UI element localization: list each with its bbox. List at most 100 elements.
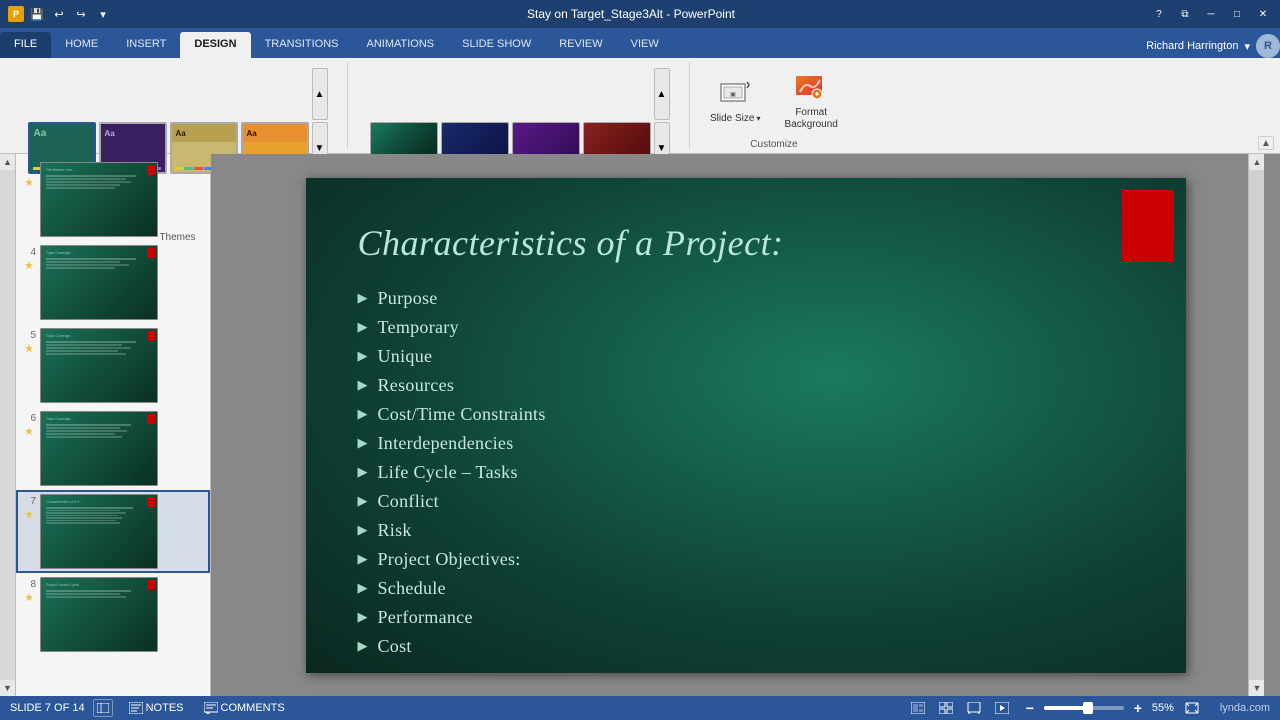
bullet-arrow-6: ▶ <box>358 435 368 451</box>
slide-item-4[interactable]: 4 ★ Topic Coverage... <box>16 241 210 324</box>
fit-slide-button[interactable] <box>1182 699 1202 717</box>
bullet-text-6[interactable]: Interdependencies <box>378 433 514 454</box>
slide-thumb-4: Topic Coverage... <box>40 245 158 320</box>
title-bar-left: P 💾 ↩ ↪ ▾ <box>8 5 112 23</box>
canvas-area: ▲ ▼ Characteristics of a Project: ▶ Purp… <box>211 154 1280 696</box>
slide-item-7[interactable]: 7 ★ Characteristics of a P... <box>16 490 210 573</box>
zoom-in-button[interactable]: + <box>1128 699 1148 717</box>
bullet-text-8[interactable]: Conflict <box>378 491 439 512</box>
slide-thumb-3: The Bottom Line... <box>40 162 158 237</box>
tab-file[interactable]: FILE <box>0 32 51 58</box>
tab-review[interactable]: REVIEW <box>545 32 616 58</box>
slide-number-8: 8 <box>22 577 36 590</box>
ribbon: Aa Aa <box>0 58 1280 154</box>
ribbon-content: Aa Aa <box>0 58 1280 154</box>
bullet-arrow-2: ▶ <box>358 319 368 335</box>
zoom-slider[interactable] <box>1044 706 1124 710</box>
format-background-button[interactable]: FormatBackground <box>776 68 845 135</box>
bullet-lifecycle: ▶ Life Cycle – Tasks <box>358 462 1134 483</box>
bullet-text-11[interactable]: Schedule <box>378 578 446 599</box>
tab-design[interactable]: DESIGN <box>180 32 250 58</box>
bullet-objectives: ▶ Project Objectives: <box>358 549 1134 570</box>
restore-button[interactable]: ⧉ <box>1176 7 1194 21</box>
slide-thumb-6: Topic Coverage... <box>40 411 158 486</box>
tab-insert[interactable]: INSERT <box>112 32 180 58</box>
bullet-temporary: ▶ Temporary <box>358 317 1134 338</box>
reading-view-button[interactable] <box>964 699 984 717</box>
slide-number-7: 7 <box>22 494 36 507</box>
bullet-conflict: ▶ Conflict <box>358 491 1134 512</box>
format-background-label: FormatBackground <box>784 107 837 131</box>
slide-size-icon: ▣ <box>719 78 751 110</box>
canvas-scroll-track[interactable] <box>1249 170 1264 680</box>
bullet-text-1[interactable]: Purpose <box>378 288 438 309</box>
bullet-text-4[interactable]: Resources <box>378 375 455 396</box>
tab-animations[interactable]: ANIMATIONS <box>353 32 449 58</box>
tab-home[interactable]: HOME <box>51 32 112 58</box>
zoom-level[interactable]: 55% <box>1152 702 1174 714</box>
title-bar: P 💾 ↩ ↪ ▾ Stay on Target_Stage3Alt - Pow… <box>0 0 1280 28</box>
maximize-button[interactable]: □ <box>1228 7 1246 21</box>
variants-scroll-up[interactable]: ▲ <box>654 68 670 120</box>
slide-item-5[interactable]: 5 ★ Topic Coverage... <box>16 324 210 407</box>
tab-slideshow[interactable]: SLIDE SHOW <box>448 32 545 58</box>
bullet-resources: ▶ Resources <box>358 375 1134 396</box>
slide-size-label: Slide Size ▾ <box>710 113 760 125</box>
customize-content: ▣ Slide Size ▾ <box>700 64 848 139</box>
slide-scroll-up[interactable]: ▲ <box>0 154 16 170</box>
slide-size-button[interactable]: ▣ Slide Size ▾ <box>702 74 768 129</box>
redo-button[interactable]: ↪ <box>72 5 90 23</box>
bullet-text-7[interactable]: Life Cycle – Tasks <box>378 462 518 483</box>
comments-button[interactable]: COMMENTS <box>200 702 289 714</box>
presentation-view-button[interactable] <box>93 699 113 717</box>
tab-transitions[interactable]: TRANSITIONS <box>251 32 353 58</box>
help-button[interactable]: ? <box>1150 7 1168 21</box>
bullet-text-13[interactable]: Cost <box>378 636 412 657</box>
comments-label: COMMENTS <box>221 702 285 714</box>
user-avatar: R <box>1256 34 1280 58</box>
slide-title[interactable]: Characteristics of a Project: <box>358 222 1134 264</box>
bullet-text-12[interactable]: Performance <box>378 607 473 628</box>
slide-star-8: ★ <box>24 591 34 604</box>
canvas-scroll-up[interactable]: ▲ <box>1249 154 1265 170</box>
themes-group-label: Themes <box>159 232 195 245</box>
tab-view[interactable]: VIEW <box>617 32 673 58</box>
slide-item-6[interactable]: 6 ★ Topic Coverage... <box>16 407 210 490</box>
themes-scroll-up[interactable]: ▲ <box>312 68 328 120</box>
slide-sorter-button[interactable] <box>936 699 956 717</box>
canvas-vscroll: ▲ ▼ <box>1248 154 1264 696</box>
bullet-text-10[interactable]: Project Objectives: <box>378 549 521 570</box>
bullet-arrow-9: ▶ <box>358 522 368 538</box>
slide-bullets: ▶ Purpose ▶ Temporary ▶ Unique ▶ Resourc… <box>358 288 1134 665</box>
collapse-ribbon-button[interactable]: ▲ <box>1258 136 1274 150</box>
bullet-arrow-4: ▶ <box>358 377 368 393</box>
slide-scroll-track[interactable] <box>0 170 15 680</box>
minimize-button[interactable]: ─ <box>1202 7 1220 21</box>
bullet-arrow-8: ▶ <box>358 493 368 509</box>
slide-item-8[interactable]: 8 ★ Project Control Cycle <box>16 573 210 656</box>
slide-scroll-down[interactable]: ▼ <box>0 680 16 696</box>
bullet-cost: ▶ Cost <box>358 636 1134 657</box>
user-area[interactable]: Richard Harrington ▾ R <box>1146 34 1280 58</box>
bullet-text-2[interactable]: Temporary <box>378 317 459 338</box>
normal-view-button[interactable] <box>908 699 928 717</box>
bullet-text-9[interactable]: Risk <box>378 520 412 541</box>
slideshow-button[interactable] <box>992 699 1012 717</box>
canvas-scroll-down[interactable]: ▼ <box>1249 680 1265 696</box>
bullet-text-5[interactable]: Cost/Time Constraints <box>378 404 546 425</box>
slide-thumb-8: Project Control Cycle <box>40 577 158 652</box>
bullet-arrow-12: ▶ <box>358 609 368 625</box>
bullet-text-3[interactable]: Unique <box>378 346 433 367</box>
bullet-cost-time: ▶ Cost/Time Constraints <box>358 404 1134 425</box>
themes-group: Aa Aa <box>8 62 348 149</box>
close-button[interactable]: ✕ <box>1254 7 1272 21</box>
window-title: Stay on Target_Stage3Alt - PowerPoint <box>112 7 1150 21</box>
undo-button[interactable]: ↩ <box>50 5 68 23</box>
notes-button[interactable]: NOTES <box>125 702 188 714</box>
save-button[interactable]: 💾 <box>28 5 46 23</box>
user-chevron: ▾ <box>1244 40 1250 53</box>
bullet-unique: ▶ Unique <box>358 346 1134 367</box>
slide-number-4: 4 <box>22 245 36 258</box>
quick-access-more[interactable]: ▾ <box>94 5 112 23</box>
zoom-out-button[interactable]: − <box>1020 699 1040 717</box>
